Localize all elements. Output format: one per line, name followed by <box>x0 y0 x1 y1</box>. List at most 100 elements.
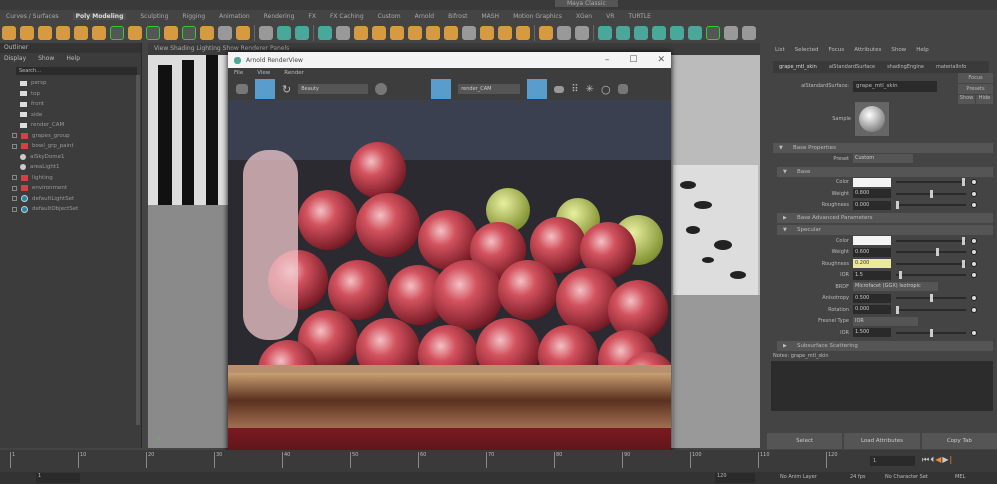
shelf-tool-icon[interactable] <box>20 25 34 40</box>
attribute-field[interactable] <box>853 177 891 187</box>
attribute-field[interactable]: 0.000 <box>853 200 891 210</box>
snapshot-folder-icon[interactable] <box>236 84 248 94</box>
shelf-tool-icon[interactable] <box>539 25 553 40</box>
notes-textarea[interactable] <box>771 360 993 411</box>
shelf-tool-icon[interactable] <box>652 25 666 40</box>
menu-show[interactable]: Show <box>38 55 54 62</box>
shelf-tool-icon[interactable] <box>2 25 16 40</box>
shelf-tool-icon[interactable] <box>354 25 368 40</box>
workspace-selector[interactable]: Maya Classic <box>555 0 618 7</box>
shelf-tab[interactable]: Arnold <box>415 13 434 20</box>
shelf-tab[interactable]: MASH <box>481 13 499 20</box>
material-swatch[interactable] <box>855 102 889 136</box>
shelf-tool-icon[interactable] <box>616 25 630 40</box>
anim-layer-dropdown[interactable]: No Anim Layer <box>780 474 817 480</box>
shelf-tool-icon[interactable] <box>182 25 196 40</box>
shelf-tool-icon[interactable] <box>38 25 52 40</box>
attribute-field[interactable]: 1.5 <box>853 270 891 280</box>
map-texture-icon[interactable] <box>971 202 977 209</box>
shelf-tool-icon[interactable] <box>724 25 738 40</box>
ae-menu-item[interactable]: Attributes <box>854 47 881 53</box>
rendered-image[interactable] <box>228 100 671 484</box>
attribute-slider[interactable] <box>896 178 966 187</box>
shelf-tab[interactable]: FX <box>308 13 316 20</box>
shelf-tool-icon[interactable] <box>110 25 124 40</box>
ae-tab[interactable]: aiStandardSurface <box>829 64 875 70</box>
attribute-slider[interactable] <box>896 271 966 280</box>
outliner-item[interactable]: lighting <box>0 173 141 184</box>
shelf-tool-icon[interactable] <box>372 25 386 40</box>
section-base[interactable]: Base <box>777 166 993 177</box>
attribute-field[interactable]: 1.500 <box>853 328 891 338</box>
grid-icon[interactable]: ⠿ <box>571 84 578 95</box>
outliner-item[interactable]: grapes_group <box>0 131 141 142</box>
region-button[interactable] <box>431 79 452 99</box>
shelf-tool-icon[interactable] <box>516 25 530 40</box>
shelf-tab[interactable]: Curves / Surfaces <box>6 13 59 20</box>
section-subsurface[interactable]: Subsurface Scattering <box>777 340 993 351</box>
attribute-field[interactable]: 0.000 <box>853 305 891 315</box>
aov-dropdown[interactable]: Beauty <box>298 84 369 94</box>
ae-menu-item[interactable]: Focus <box>828 47 844 53</box>
shelf-tool-icon[interactable] <box>295 25 309 40</box>
step-forward-icon[interactable]: | <box>950 455 954 464</box>
shelf-tool-icon[interactable] <box>218 25 232 40</box>
shelf-tool-icon[interactable] <box>706 25 720 40</box>
attribute-dropdown[interactable]: Microfacet (GGX) Isotropic <box>853 282 938 292</box>
shelf-tool-icon[interactable] <box>498 25 512 40</box>
expand-icon[interactable] <box>12 175 17 181</box>
outliner-item[interactable]: bowl_grp_paint <box>0 141 141 152</box>
shelf-tool-icon[interactable] <box>688 25 702 40</box>
map-texture-icon[interactable] <box>971 179 977 186</box>
outliner-item[interactable]: aiSkyDome1 <box>0 152 141 163</box>
outliner-item[interactable]: defaultLightSet <box>0 194 141 205</box>
attribute-field[interactable]: 0.200 <box>853 259 891 269</box>
end-frame-field[interactable]: 120 <box>715 473 755 483</box>
shelf-tool-icon[interactable] <box>236 25 250 40</box>
refresh-icon[interactable]: ↻ <box>282 83 291 96</box>
shelf-tool-icon[interactable] <box>56 25 70 40</box>
play-forward-icon[interactable]: ▶ <box>942 455 949 464</box>
attribute-slider[interactable] <box>896 189 966 198</box>
outliner-search-input[interactable]: Search... <box>16 67 137 75</box>
preset-dropdown[interactable]: Custom <box>853 154 913 164</box>
shelf-tool-icon[interactable] <box>336 25 350 40</box>
load-attributes-button[interactable]: Load Attributes <box>844 433 920 449</box>
shelf-tool-icon[interactable] <box>480 25 494 40</box>
shelf-tab[interactable]: FX Caching <box>330 13 364 20</box>
menu-help[interactable]: Help <box>66 55 80 62</box>
menu-render[interactable]: Render <box>284 68 304 78</box>
shelf-tool-icon[interactable] <box>670 25 684 40</box>
shelf-tool-icon[interactable] <box>200 25 214 40</box>
shelf-tab[interactable]: Motion Graphics <box>513 13 562 20</box>
ae-menu-item[interactable]: Selected <box>795 47 819 53</box>
shelf-tool-icon[interactable] <box>128 25 142 40</box>
map-texture-icon[interactable] <box>971 237 977 244</box>
map-texture-icon[interactable] <box>971 190 977 197</box>
outliner-item[interactable]: areaLight1 <box>0 162 141 173</box>
shelf-tab[interactable]: VR <box>606 13 614 20</box>
expand-icon[interactable] <box>12 185 17 191</box>
shelf-tool-icon[interactable] <box>598 25 612 40</box>
shelf-tool-icon[interactable] <box>259 25 273 40</box>
shelf-tab[interactable]: Sculpting <box>140 13 168 20</box>
map-texture-icon[interactable] <box>971 306 977 313</box>
ae-menu-item[interactable]: List <box>775 47 785 53</box>
camera-dropdown[interactable]: render_CAM <box>458 84 521 94</box>
attribute-field[interactable]: 0.800 <box>853 189 891 199</box>
lock-camera-icon[interactable] <box>554 85 565 93</box>
character-set-dropdown[interactable]: No Character Set <box>885 474 928 480</box>
ae-tab[interactable]: shadingEngine <box>887 64 924 70</box>
outliner-item[interactable]: front <box>0 99 141 110</box>
attribute-slider[interactable] <box>896 248 966 257</box>
close-icon[interactable]: ✕ <box>657 55 665 65</box>
render-button[interactable] <box>255 79 275 99</box>
focus-button[interactable]: Focus <box>958 73 993 83</box>
shelf-tab[interactable]: Bifrost <box>448 13 467 20</box>
outliner-item[interactable]: persp <box>0 78 141 89</box>
shelf-tool-icon[interactable] <box>444 25 458 40</box>
menu-file[interactable]: File <box>234 68 243 78</box>
shelf-tool-icon[interactable] <box>634 25 648 40</box>
presets-button[interactable]: Presets <box>958 84 993 94</box>
minimize-icon[interactable]: – <box>605 55 610 65</box>
